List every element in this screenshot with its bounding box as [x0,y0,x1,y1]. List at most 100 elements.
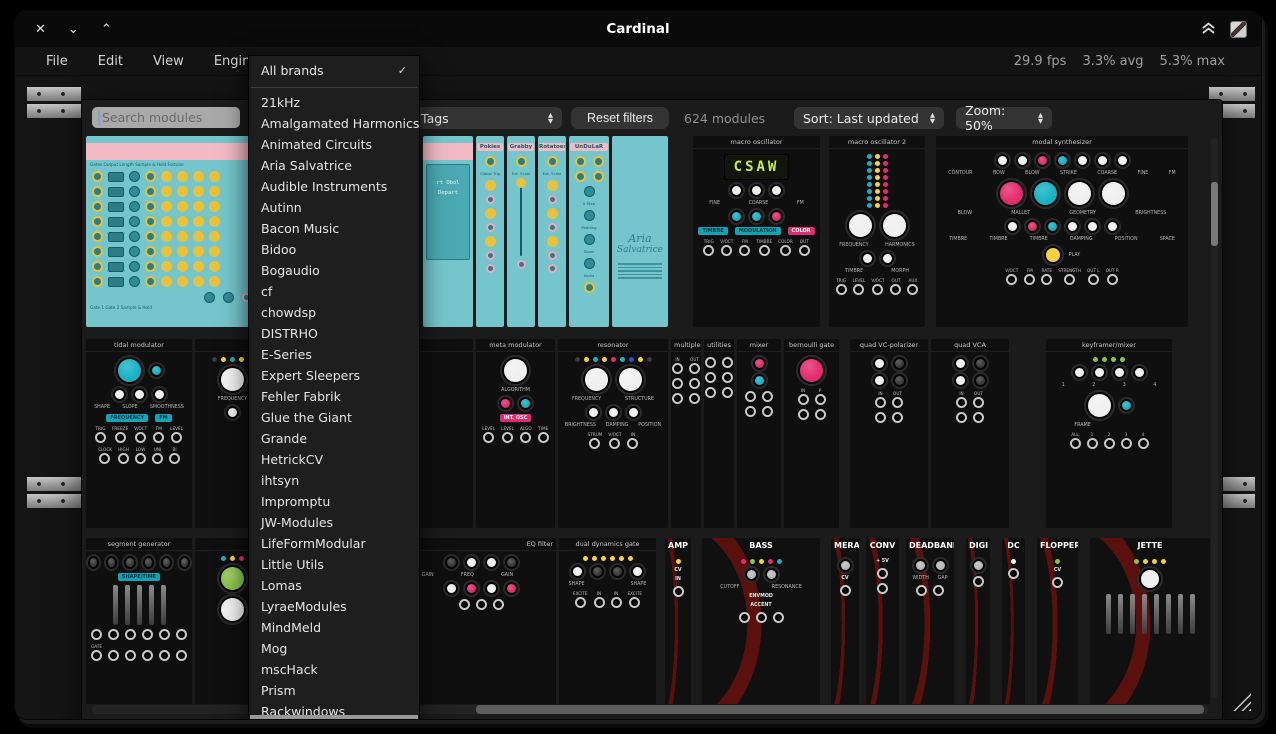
jack[interactable] [892,412,903,423]
knob[interactable] [129,276,140,287]
knob[interactable] [770,210,783,223]
jack[interactable] [594,597,605,608]
jack[interactable] [125,629,136,640]
knob[interactable] [161,186,172,197]
knob[interactable] [145,186,156,197]
jack[interactable] [877,583,888,594]
brand-menu-item-hetrickcv[interactable]: HetrickCV [249,449,419,470]
module-jette[interactable]: JETTE [1090,538,1210,704]
knob[interactable] [486,195,495,204]
jack[interactable] [629,597,640,608]
module-quad-vc-polarizer[interactable]: quad VC-polarizerINOUT [850,339,928,528]
knob[interactable] [1036,154,1049,167]
knob[interactable] [92,231,103,242]
knob[interactable] [750,210,763,223]
brand-menu-item-mog[interactable]: Mog [249,638,419,659]
knob[interactable] [607,406,620,419]
jack[interactable] [689,363,700,374]
jack[interactable] [517,260,526,269]
knob[interactable] [954,374,967,387]
reset-filters-button[interactable]: Reset filters [571,107,669,129]
knob[interactable] [591,565,604,578]
knob[interactable] [177,276,188,287]
jack[interactable] [759,245,770,256]
jack[interactable] [703,245,714,256]
brand-menu-item-grande[interactable]: Grande [249,428,419,449]
jack[interactable] [756,612,767,623]
knob[interactable] [209,216,220,227]
knob[interactable] [161,261,172,272]
jack[interactable] [875,412,886,423]
slider-handle[interactable] [516,178,526,188]
module-keyframer-mixer[interactable]: keyframer/mixer1234FRAMEALL1234 [1046,339,1172,528]
module-macro-oscillator[interactable]: macro oscillatorCSAWFINECOARSEFMTIMBREMO… [693,136,820,327]
jack[interactable] [584,282,595,293]
knob[interactable] [193,171,204,182]
knob[interactable] [584,258,595,269]
jack[interactable] [672,363,683,374]
knob[interactable] [1106,220,1119,233]
titlebar[interactable]: ✕ ⌄ ⌃ Cardinal [15,11,1261,47]
module-dc[interactable]: DC [1002,538,1025,704]
knob[interactable] [1120,399,1133,412]
brand-menu-item-glue-the-giant[interactable]: Glue the Giant [249,407,419,428]
jack[interactable] [169,453,180,464]
knob[interactable] [177,201,188,212]
jack[interactable] [1064,274,1075,285]
knob[interactable] [547,180,558,191]
knob[interactable] [209,186,220,197]
knob[interactable] [1066,220,1079,233]
knob[interactable] [1100,180,1127,207]
knob[interactable] [465,556,478,569]
jack[interactable] [159,629,170,640]
knob[interactable] [193,246,204,257]
knob[interactable] [153,388,166,401]
knob[interactable] [226,406,239,419]
brand-menu-item-bogaudio[interactable]: Bogaudio [249,260,419,281]
knob[interactable] [730,210,743,223]
knob[interactable] [193,216,204,227]
jack[interactable] [705,357,716,368]
jack[interactable] [1104,438,1115,449]
brand-menu-item-ihtsyn[interactable]: ihtsyn [249,470,419,491]
knob[interactable] [575,171,586,182]
jack[interactable] [99,453,110,464]
slider[interactable] [1142,594,1147,634]
knob[interactable] [593,171,604,182]
knob[interactable] [145,201,156,212]
jack[interactable] [91,650,102,661]
knob[interactable] [974,374,987,387]
brand-menu-item-prism[interactable]: Prism [249,680,419,701]
slider[interactable] [1118,594,1123,634]
module-rotatoes[interactable]: RotatoesExt. Scale [538,136,566,327]
jack[interactable] [722,372,733,383]
knob[interactable] [113,388,126,401]
brand-menu-item-expert-sleepers[interactable]: Expert Sleepers [249,365,419,386]
knob[interactable] [1016,154,1029,167]
knob[interactable] [177,231,188,242]
search-input[interactable]: Search modules [92,107,240,128]
jack[interactable] [108,650,119,661]
switch[interactable] [108,217,124,227]
knob[interactable] [177,171,188,182]
jack[interactable] [739,612,750,623]
menu-edit[interactable]: Edit [83,54,138,69]
knob[interactable] [745,568,758,581]
knob[interactable] [499,397,512,410]
knob[interactable] [753,357,766,370]
knob[interactable] [145,216,156,227]
knob[interactable] [124,556,135,569]
jack[interactable] [611,597,622,608]
knob[interactable] [881,252,894,265]
jack[interactable] [799,245,810,256]
jack[interactable] [1052,577,1063,588]
knob[interactable] [92,246,103,257]
switch[interactable] [108,247,124,257]
knob[interactable] [505,582,518,595]
knob[interactable] [161,556,172,569]
jack[interactable] [142,629,153,640]
knob[interactable] [88,556,99,569]
knob[interactable] [485,156,496,167]
switch[interactable] [108,232,124,242]
knob[interactable] [129,186,140,197]
